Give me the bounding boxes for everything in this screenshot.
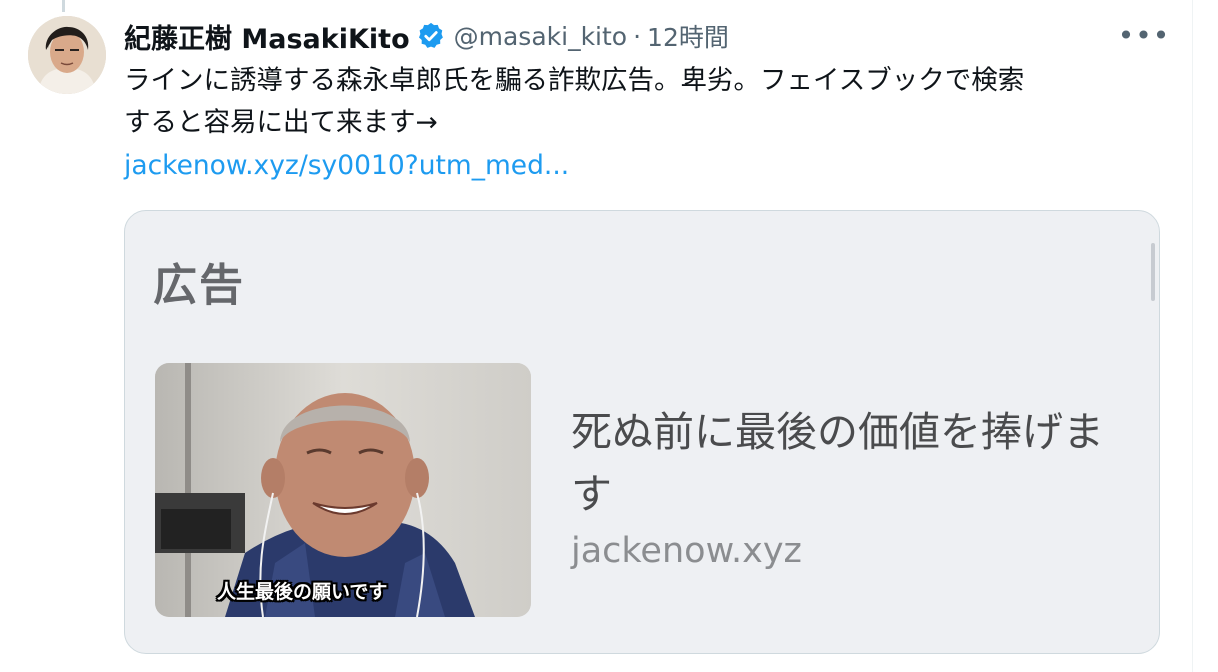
image-caption: 人生最後の願いです xyxy=(217,581,388,603)
user-handle[interactable]: @masaki_kito xyxy=(454,22,627,51)
more-dots: ••• xyxy=(1117,18,1171,52)
display-name[interactable]: 紀藤正樹 MasakiKito xyxy=(124,17,410,56)
timeline-border xyxy=(1192,0,1193,672)
tweet-header: 紀藤正樹 MasakiKito @masaki_kito · 12時間 xyxy=(124,16,729,56)
avatar-portrait-icon xyxy=(28,16,106,94)
ad-label: 広告 xyxy=(153,260,245,311)
thread-connector-line xyxy=(62,0,65,12)
card-title[interactable]: 死ぬ前に最後の価値を捧げます xyxy=(571,401,1131,525)
more-icon[interactable]: ••• xyxy=(1118,19,1170,52)
tweet-text-line-1: ラインに誘導する森永卓郎氏を騙る詐欺広告。卑劣。フェイスブックで検索 xyxy=(124,65,1025,96)
tweet-text-line-2: すると容易に出て来ます→ xyxy=(124,107,438,138)
card-scrollbar xyxy=(1151,243,1155,301)
tweet-timestamp[interactable]: 12時間 xyxy=(647,18,729,54)
header-separator: · xyxy=(633,21,642,51)
avatar[interactable] xyxy=(28,16,106,94)
ad-card-image-embed[interactable]: 広告 人生最後の願いです 死ぬ前に最後の価値を捧げます jackenow.xyz xyxy=(124,210,1160,654)
verified-badge-icon[interactable] xyxy=(416,21,446,51)
tweet-text: ラインに誘導する森永卓郎氏を騙る詐欺広告。卑劣。フェイスブックで検索 すると容易… xyxy=(124,60,1164,144)
tweet-link[interactable]: jackenow.xyz/sy0010?utm_med... xyxy=(124,145,569,187)
ad-thumbnail-image[interactable]: 人生最後の願いです xyxy=(155,363,531,617)
card-domain[interactable]: jackenow.xyz xyxy=(571,531,802,571)
